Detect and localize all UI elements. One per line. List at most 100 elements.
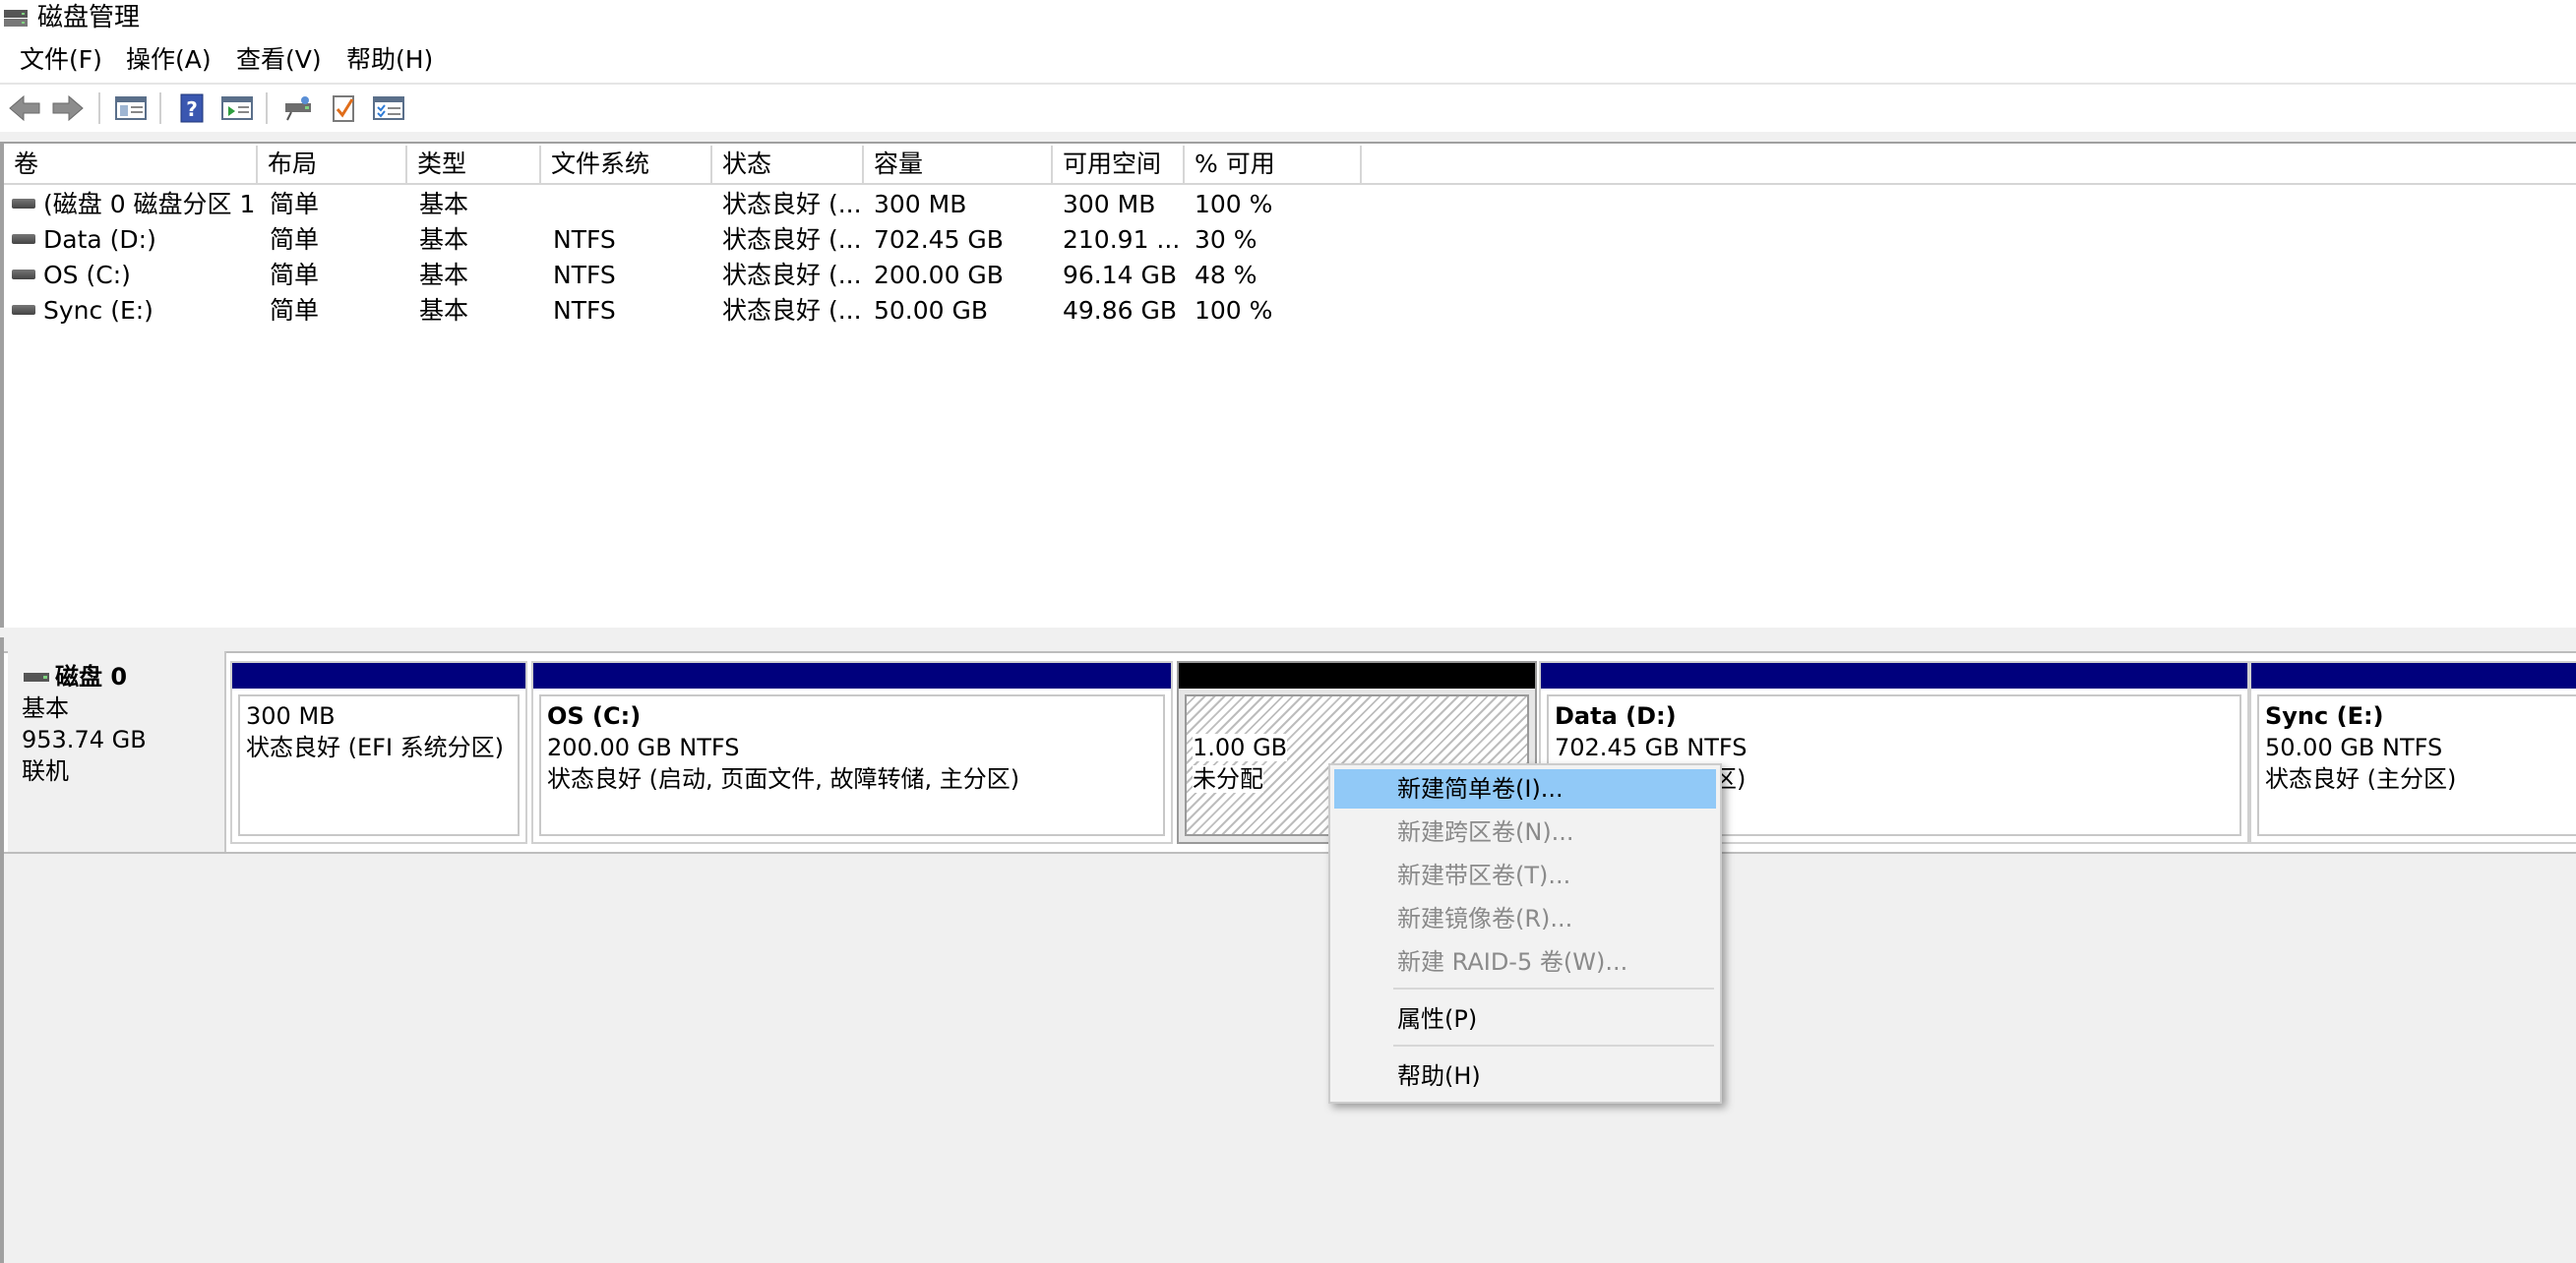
volume-name: (磁盘 0 磁盘分区 1) [43, 190, 256, 218]
menu-item-help[interactable]: 帮助(H) [1334, 1056, 1716, 1096]
volume-row[interactable]: OS (C:) 简单 基本 NTFS 状态良好 (... 200.00 GB 9… [4, 258, 1381, 293]
partition-bar [1179, 663, 1535, 689]
check-properties-icon [333, 95, 354, 122]
check-properties-button[interactable] [325, 90, 362, 126]
partition-status: 未分配 [1193, 765, 1263, 793]
title-bar: 磁盘管理 [0, 0, 2576, 35]
disk-type: 基本 [22, 694, 69, 722]
menu-item-properties[interactable]: 属性(P) [1334, 999, 1716, 1039]
column-header-percent-free[interactable]: % 可用 [1185, 146, 1362, 185]
partition-body: OS (C:) 200.00 GB NTFS 状态良好 (启动, 页面文件, 故… [539, 694, 1165, 836]
volume-filesystem: NTFS [553, 296, 616, 325]
menu-item-new-striped-volume[interactable]: 新建带区卷(T)... [1334, 856, 1716, 895]
volume-capacity: 50.00 GB [874, 296, 989, 325]
partition-body: 300 MB 状态良好 (EFI 系统分区) [238, 694, 520, 836]
volume-drive-icon [12, 199, 35, 209]
partition-size: 200.00 GB NTFS [547, 734, 740, 761]
volume-layout: 简单 [270, 261, 320, 289]
volume-percent-free: 30 % [1195, 225, 1257, 254]
volume-row[interactable]: Sync (E:) 简单 基本 NTFS 状态良好 (... 50.00 GB … [4, 293, 1381, 329]
volume-status: 状态良好 (... [722, 296, 860, 325]
partition-name: Data (D:) [1555, 702, 1677, 730]
volume-free-space: 210.91 ... [1063, 225, 1181, 254]
disk-state: 联机 [22, 757, 69, 785]
help-icon: ? [180, 93, 204, 123]
menu-view[interactable]: 查看(V) [234, 43, 324, 77]
volume-type: 基本 [419, 261, 469, 289]
column-header-layout[interactable]: 布局 [258, 146, 407, 185]
menu-help[interactable]: 帮助(H) [344, 43, 435, 77]
volume-row[interactable]: (磁盘 0 磁盘分区 1) 简单 基本 状态良好 (... 300 MB 300… [4, 187, 1381, 222]
partition-size: 300 MB [246, 702, 336, 730]
partition-size: 50.00 GB NTFS [2265, 734, 2443, 761]
volume-free-space: 49.86 GB [1063, 296, 1178, 325]
partition-name: OS (C:) [547, 702, 642, 730]
volume-drive-icon [12, 305, 35, 315]
menu-item-new-mirrored-volume[interactable]: 新建镜像卷(R)... [1334, 899, 1716, 938]
partition-size: 702.45 GB NTFS [1555, 734, 1748, 761]
disk-icon [24, 673, 49, 682]
column-header-free-space[interactable]: 可用空间 [1053, 146, 1185, 185]
menu-separator [0, 83, 2576, 85]
settings-list-icon [373, 96, 404, 120]
volume-name: Data (D:) [43, 225, 156, 254]
forward-arrow-icon [52, 94, 84, 122]
partition-name: Sync (E:) [2265, 702, 2384, 730]
menu-item-new-raid5-volume[interactable]: 新建 RAID-5 卷(W)... [1334, 942, 1716, 982]
volume-status: 状态良好 (... [722, 261, 860, 289]
toolbar-separator [98, 92, 100, 124]
volume-status: 状态良好 (... [722, 190, 860, 218]
volume-list: 卷 布局 类型 文件系统 状态 容量 可用空间 % 可用 (磁盘 0 磁盘分区 … [0, 142, 2576, 628]
volume-capacity: 200.00 GB [874, 261, 1004, 289]
volume-layout: 简单 [270, 296, 320, 325]
column-header-status[interactable]: 状态 [712, 146, 864, 185]
volume-drive-icon [12, 270, 35, 279]
toolbar: ? [0, 87, 2576, 130]
settings-list-button[interactable] [370, 90, 407, 126]
volume-filesystem: NTFS [553, 225, 616, 254]
volume-type: 基本 [419, 225, 469, 254]
partition-status: 状态良好 (启动, 页面文件, 故障转储, 主分区) [547, 765, 1020, 793]
menu-separator [1393, 988, 1714, 990]
forward-button[interactable] [49, 90, 87, 126]
volume-name: OS (C:) [43, 261, 131, 289]
menu-item-new-spanned-volume[interactable]: 新建跨区卷(N)... [1334, 812, 1716, 852]
context-menu: 新建简单卷(I)... 新建跨区卷(N)... 新建带区卷(T)... 新建镜像… [1328, 763, 1722, 1104]
partition-sync-e[interactable]: Sync (E:) 50.00 GB NTFS 状态良好 (主分区) [2249, 661, 2576, 844]
show-action-pane-button[interactable] [218, 90, 256, 126]
partition-efi[interactable]: 300 MB 状态良好 (EFI 系统分区) [230, 661, 527, 844]
column-header-capacity[interactable]: 容量 [864, 146, 1053, 185]
back-button[interactable] [6, 90, 43, 126]
volume-free-space: 96.14 GB [1063, 261, 1178, 289]
volume-layout: 简单 [270, 225, 320, 254]
volume-type: 基本 [419, 296, 469, 325]
menu-item-new-simple-volume[interactable]: 新建简单卷(I)... [1334, 769, 1716, 809]
help-button[interactable]: ? [173, 90, 211, 126]
disk-size: 953.74 GB [22, 726, 147, 753]
volume-percent-free: 100 % [1195, 296, 1273, 325]
partition-body: Sync (E:) 50.00 GB NTFS 状态良好 (主分区) [2257, 694, 2576, 836]
pane-splitter[interactable] [0, 628, 2576, 637]
partition-status: 状态良好 (EFI 系统分区) [246, 734, 505, 761]
disk-name-row: 磁盘 0 [22, 661, 224, 692]
menu-file[interactable]: 文件(F) [18, 43, 104, 77]
menu-action[interactable]: 操作(A) [124, 43, 214, 77]
volume-name: Sync (E:) [43, 296, 153, 325]
volume-percent-free: 100 % [1195, 190, 1273, 218]
volume-drive-icon [12, 234, 35, 244]
volume-row[interactable]: Data (D:) 简单 基本 NTFS 状态良好 (... 702.45 GB… [4, 222, 1381, 258]
volume-layout: 简单 [270, 190, 320, 218]
partition-os-c[interactable]: OS (C:) 200.00 GB NTFS 状态良好 (启动, 页面文件, 故… [531, 661, 1173, 844]
column-header-volume[interactable]: 卷 [4, 146, 258, 185]
volume-capacity: 300 MB [874, 190, 967, 218]
svg-text:?: ? [186, 97, 198, 121]
volume-status: 状态良好 (... [722, 225, 860, 254]
column-header-type[interactable]: 类型 [407, 146, 541, 185]
connect-disk-button[interactable] [279, 90, 317, 126]
disk-label[interactable]: 磁盘 0 基本 953.74 GB 联机 [8, 651, 226, 852]
partition-bar [232, 663, 525, 689]
partition-status: 状态良好 (主分区) [2265, 765, 2457, 793]
menu-bar: 文件(F) 操作(A) 查看(V) 帮助(H) [0, 39, 2576, 81]
console-tree-button[interactable] [112, 90, 150, 126]
column-header-filesystem[interactable]: 文件系统 [541, 146, 712, 185]
